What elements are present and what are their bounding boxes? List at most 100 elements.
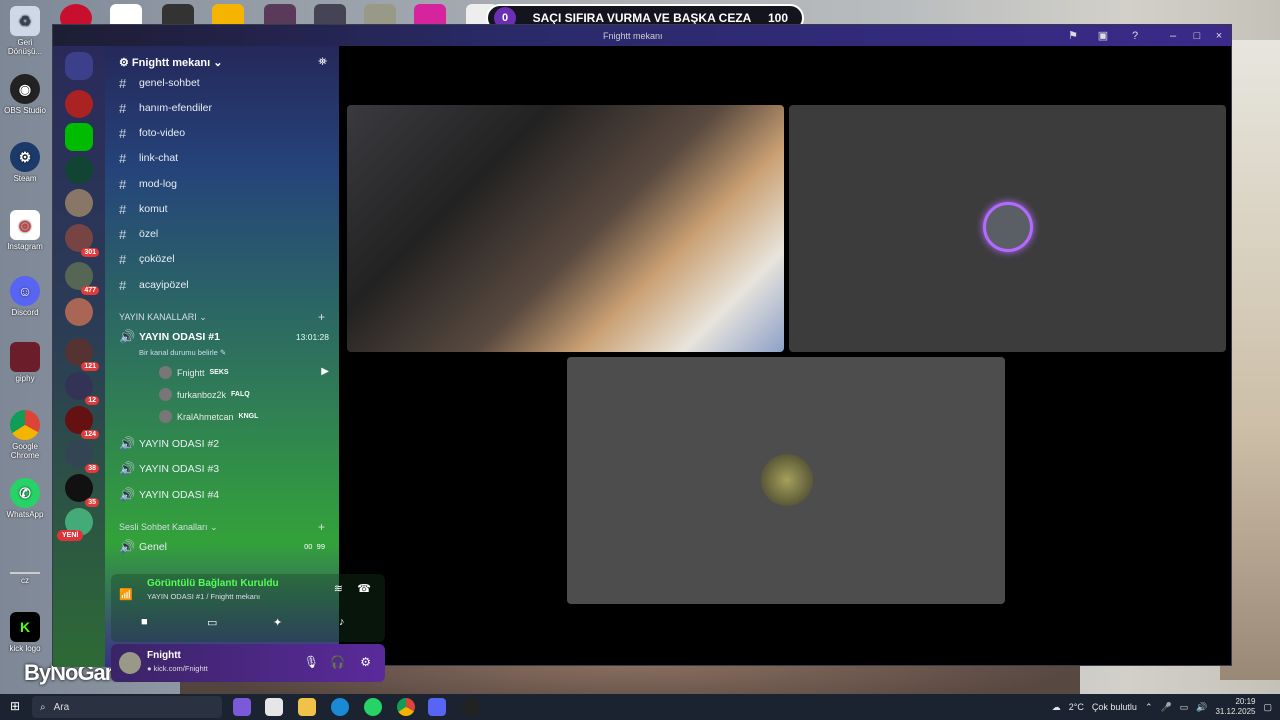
volume-icon[interactable]: 🔊 [1196,702,1207,713]
user-name: Fnightt [147,650,181,661]
user-panel: Fnightt ● kick.com/Fnightt 🎙 🎧 ⚙ [111,644,385,682]
server-icon-9[interactable]: 12 [65,372,99,405]
minimize-icon[interactable]: – [1165,28,1181,44]
chevron-up-icon[interactable]: ⌃ [1145,702,1153,713]
camera-toggle-icon[interactable]: ■ [141,616,148,628]
voice-user-3[interactable]: KralAhmetcan KNGL [159,410,258,423]
category-yayin-kanallari[interactable]: YAYIN KANALLARI ⌄ [119,312,207,323]
mic-tray-icon[interactable]: 🎤 [1160,702,1171,713]
flag-icon[interactable]: ⚑ [1065,28,1081,44]
voice-user-1[interactable]: Fnightt SEKS [159,366,229,379]
server-icon-3[interactable] [65,156,93,184]
video-tile-participant-3[interactable] [567,357,1005,604]
google-chrome-icon[interactable]: Google Chrome [4,410,46,460]
add-channel-icon[interactable]: + [318,310,325,324]
category-sesli-sohbet[interactable]: Sesli Sohbet Kanalları ⌄ [119,522,218,533]
weather-temp: 2°C [1068,702,1084,712]
banner-title: SAÇI SIFIRA VURMA VE BAŞKA CEZA [532,11,752,25]
maximize-icon[interactable]: □ [1189,28,1205,44]
signal-icon: 📶 [119,589,133,601]
inbox-icon[interactable]: ▣ [1095,28,1111,44]
channel-mod-log[interactable]: # mod-log [119,175,177,193]
explorer-icon[interactable] [298,698,316,716]
whatsapp-taskbar-icon[interactable] [364,698,382,716]
activities-icon[interactable]: ✦ [273,616,282,629]
search-icon: ⌕ [40,701,46,713]
discord-home-icon[interactable] [65,52,93,80]
server-icon-4[interactable] [65,189,93,217]
server-icon-1[interactable] [65,90,93,118]
voice-channel-active[interactable]: 🔊 YAYIN ODASI #1 [119,328,220,346]
server-icon-6[interactable]: 477 [65,262,99,295]
avatar [159,366,172,379]
weather-icon: ☁ [1051,701,1061,712]
server-icon-12[interactable]: 35 [65,474,99,507]
weather-desc: Çok bulutlu [1091,702,1137,712]
chrome-taskbar-icon[interactable] [397,698,415,716]
voice-channel-3[interactable]: 🔊 YAYIN ODASI #3 [119,460,219,478]
server-rail: 301 477 121 12 124 38 35 YENİ [53,46,105,667]
genel-counts: 00 99 [304,542,325,551]
channel-foto-video[interactable]: # foto-video [119,124,185,142]
channel-hanim-efendiler[interactable]: # hanım-efendiler [119,99,212,117]
server-icon-10[interactable]: 124 [65,406,99,439]
noise-suppression-icon[interactable]: ≋ [334,582,343,595]
channel-cokozel[interactable]: # çoközel [119,250,175,268]
voice-channel-4[interactable]: 🔊 YAYIN ODASI #4 [119,486,219,504]
channel-status[interactable]: Bir kanal durumu belirle ✎ [139,348,226,357]
voice-channel-2[interactable]: 🔊 YAYIN ODASI #2 [119,435,219,453]
server-icon-8[interactable]: 121 [65,338,99,371]
system-tray: ☁ 2°C Çok bulutlu ⌃ 🎤 ▭ 🔊 20:19 31.12.202… [1052,694,1272,720]
server-icon-11[interactable]: 38 [65,440,99,473]
soundboard-icon[interactable]: ♪ [339,616,345,628]
voice-channel-genel[interactable]: 🔊 Genel [119,538,167,556]
obs-taskbar-icon[interactable] [462,698,480,716]
recycle-bin-icon[interactable]: ♻ Geri Dönüşü... [4,6,46,56]
connection-title: Görüntülü Bağlantı Kuruldu [147,578,279,589]
store-icon[interactable] [265,698,283,716]
network-icon[interactable]: ▭ [1180,702,1189,713]
headphones-icon[interactable]: 🎧 [330,655,345,669]
server-icon-5[interactable]: 301 [65,224,99,257]
settings-icon[interactable]: ⚙ [360,655,371,669]
add-voice-channel-icon[interactable]: + [318,520,325,534]
avatar [159,410,172,423]
server-icon-7[interactable] [65,298,93,326]
steam-icon[interactable]: ⚙ Steam [4,142,46,183]
voice-user-2[interactable]: furkanboz2k FALQ [159,388,250,401]
taskbar: ⊞ ⌕ Ara ☁ 2°C Çok bulutlu ⌃ 🎤 ▭ 🔊 20:19 31… [0,694,1280,720]
server-name[interactable]: ⚙ Fnightt mekanı ⌄ [119,56,222,69]
obs-studio-icon[interactable]: ◉ OBS Studio [4,74,46,115]
clock[interactable]: 20:19 31.12.2025 [1215,697,1255,717]
mic-icon[interactable]: 🎙 [304,655,319,669]
copilot-icon[interactable] [233,698,251,716]
start-icon[interactable]: ⊞ [10,699,20,713]
channel-link-chat[interactable]: # link-chat [119,149,178,167]
help-icon[interactable]: ? [1127,28,1143,44]
channel-list: ⚙ Fnightt mekanı ⌄ ⛯ # genel-sohbet # hanı… [105,46,385,682]
disconnect-icon[interactable]: ☎ [357,582,371,595]
channel-ozel[interactable]: # özel [119,225,158,243]
invite-icon[interactable]: ⛯ [318,56,327,69]
channel-komut[interactable]: # komut [119,200,168,218]
voice-connection-panel: 📶 Görüntülü Bağlantı Kuruldu YAYIN ODASI… [111,574,385,642]
video-tile-camera[interactable] [347,105,784,352]
channel-genel-sohbet[interactable]: # genel-sohbet [119,74,200,92]
edge-icon[interactable] [331,698,349,716]
avatar [983,202,1033,252]
notifications-icon[interactable]: ▢ [1263,702,1272,713]
close-icon[interactable]: × [1211,28,1227,44]
channel-acayipozel[interactable]: # acayipözel [119,276,189,294]
taskbar-search[interactable]: ⌕ Ara [32,696,222,718]
user-avatar[interactable] [119,652,141,674]
cz-icon[interactable]: cz [4,566,46,585]
screen-share-icon[interactable]: ▭ [207,616,217,629]
discord-taskbar-icon[interactable] [428,698,446,716]
kick-logo-icon[interactable]: Kkick logo [4,612,46,653]
discord-desktop-icon[interactable]: ☺ Discord [4,276,46,317]
instagram-icon[interactable]: ◎ Instagram [4,210,46,251]
video-tile-participant-2[interactable] [789,105,1226,352]
server-icon-kick[interactable] [65,123,93,151]
whatsapp-icon[interactable]: ✆ WhatsApp [4,478,46,519]
giphy-icon[interactable]: giphy [4,342,46,383]
